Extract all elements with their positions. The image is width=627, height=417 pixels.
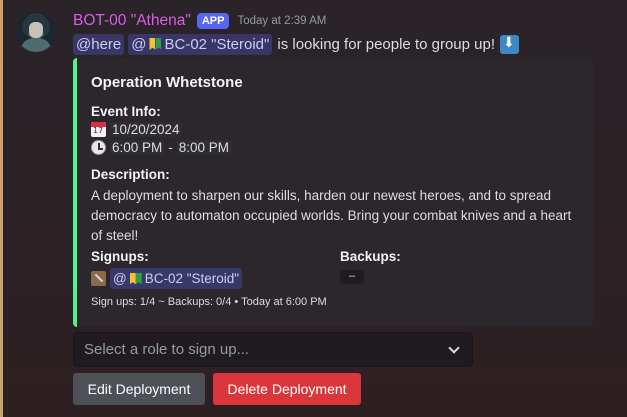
author-avatar[interactable]	[16, 12, 56, 52]
description-label: Description:	[91, 167, 170, 182]
mention-user-at: @	[131, 35, 147, 53]
signup-at: @	[113, 271, 127, 286]
event-time-start: 6:00 PM	[110, 140, 165, 155]
event-time-end: 8:00 PM	[176, 140, 232, 155]
backups-value: –	[340, 270, 364, 284]
delete-deployment-button[interactable]: Delete Deployment	[213, 373, 361, 405]
knife-icon	[91, 271, 106, 286]
message-content: @here @ BC-02 "Steroid" is looking for p…	[73, 33, 520, 55]
mention-user-name: BC-02 "Steroid"	[164, 35, 270, 53]
event-embed: Operation Whetstone Event Info: 10/20/20…	[73, 58, 593, 327]
mention-here[interactable]: @here	[73, 33, 125, 55]
app-badge: APP	[196, 13, 230, 29]
signup-mention[interactable]: @ BC-02 "Steroid"	[110, 268, 243, 289]
signups-label: Signups:	[91, 249, 149, 264]
avatar-face	[29, 22, 43, 38]
event-date: 10/20/2024	[110, 122, 182, 137]
signup-name: BC-02 "Steroid"	[144, 271, 240, 286]
description-text: A deployment to sharpen our skills, hard…	[91, 188, 572, 243]
avatar-body	[20, 38, 52, 52]
embed-footer: Sign ups: 1/4 ~ Backups: 0/4 • Today at …	[91, 296, 327, 308]
role-select-placeholder: Select a role to sign up...	[84, 341, 250, 358]
beginner-icon	[149, 37, 161, 51]
event-date-line: 10/20/2024	[91, 122, 182, 137]
message-timestamp: Today at 2:39 AM	[237, 15, 327, 27]
author-name[interactable]: BOT-00 "Athena"	[73, 12, 191, 30]
event-time-separator: -	[168, 140, 173, 155]
mention-here-text: @here	[76, 35, 122, 53]
highlight-rail	[0, 0, 3, 417]
event-time-line: 6:00 PM - 8:00 PM	[91, 140, 232, 155]
mention-user[interactable]: @ BC-02 "Steroid"	[128, 33, 273, 55]
edit-deployment-button[interactable]: Edit Deployment	[73, 373, 205, 405]
down-arrow-icon	[500, 34, 520, 54]
beginner-icon	[130, 272, 142, 286]
message-body: is looking for people to group up!	[277, 35, 496, 53]
clock-icon	[91, 140, 106, 155]
role-select[interactable]: Select a role to sign up...	[73, 332, 473, 367]
signup-entry: @ BC-02 "Steroid"	[91, 268, 243, 289]
message-header: BOT-00 "Athena" APP Today at 2:39 AM	[73, 11, 326, 31]
backups-label: Backups:	[340, 249, 401, 264]
calendar-icon	[91, 122, 106, 137]
event-info-label: Event Info:	[91, 104, 161, 119]
embed-title: Operation Whetstone	[91, 74, 243, 91]
chevron-down-icon	[448, 341, 460, 354]
